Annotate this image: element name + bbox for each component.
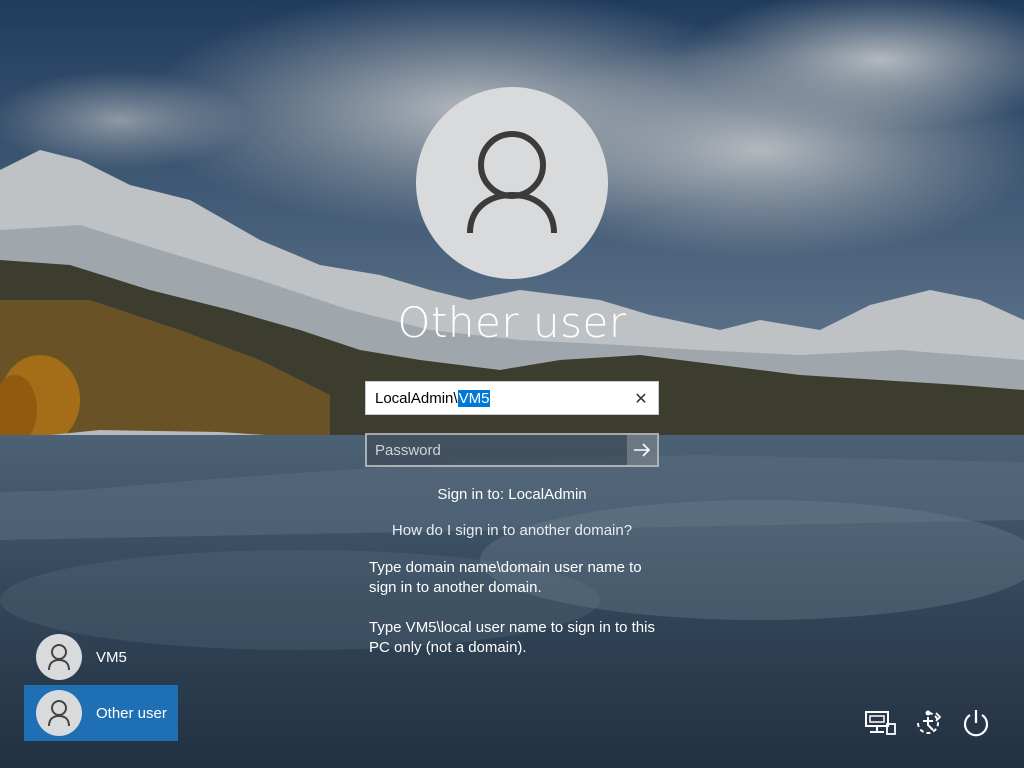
ease-of-access-button[interactable] <box>910 705 946 741</box>
user-tile-other-user[interactable]: Other user <box>24 685 178 741</box>
user-tile-vm5[interactable]: VM5 <box>24 630 178 684</box>
user-tile-label: Other user <box>96 704 167 722</box>
user-icon <box>48 700 70 727</box>
user-tile-label: VM5 <box>96 648 127 666</box>
password-placeholder: Password <box>375 442 441 459</box>
power-icon <box>963 710 989 737</box>
user-avatar <box>416 87 608 279</box>
avatar <box>36 634 82 680</box>
ease-of-access-icon <box>917 710 942 734</box>
network-icon <box>865 711 896 735</box>
username-selection: VM5 <box>457 390 491 407</box>
user-icon <box>48 644 70 671</box>
avatar <box>36 690 82 736</box>
username-input[interactable]: LocalAdmin\VM5 ✕ <box>365 381 659 415</box>
clear-icon[interactable]: ✕ <box>624 382 658 414</box>
network-button[interactable] <box>862 705 898 741</box>
domain-hint: Type domain name\domain user name to sig… <box>369 559 642 596</box>
another-domain-link[interactable]: How do I sign in to another domain? <box>312 522 712 539</box>
username-value[interactable]: LocalAdmin\VM5 <box>375 390 491 407</box>
arrow-right-icon <box>634 443 651 457</box>
sign-in-to-label: Sign in to: LocalAdmin <box>437 486 587 503</box>
submit-button[interactable] <box>627 435 657 465</box>
power-button[interactable] <box>958 705 994 741</box>
username-prefix: LocalAdmin <box>375 390 454 407</box>
user-silhouette-icon <box>467 131 557 234</box>
local-hint: Type VM5\local user name to sign in to t… <box>369 619 655 656</box>
user-name-title: Other user <box>397 298 627 347</box>
password-input[interactable]: Password <box>365 433 659 467</box>
